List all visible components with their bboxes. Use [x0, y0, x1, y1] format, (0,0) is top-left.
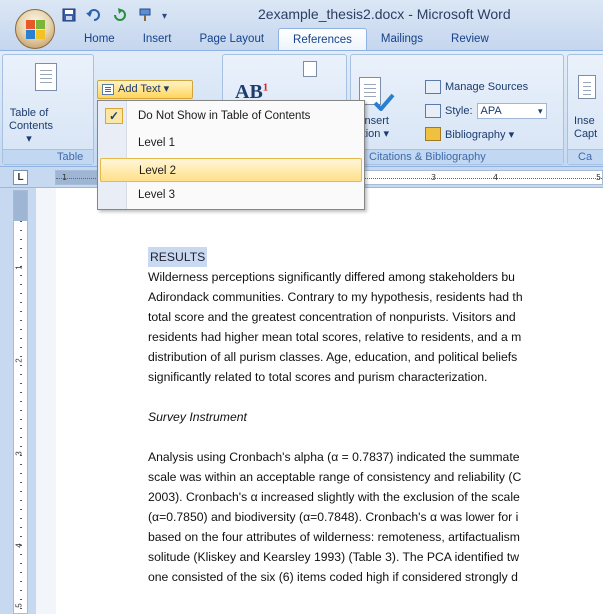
style-selector: Style: APA ▾ [425, 103, 547, 119]
paragraph-line: Adirondack communities. Contrary to my h… [148, 290, 523, 304]
survey-instrument-subheading: Survey Instrument [148, 410, 247, 424]
captions-group-label: Ca [568, 149, 603, 164]
paragraph-line: residents had higher mean total scores, … [148, 330, 522, 344]
ruler-number: 5 [596, 173, 602, 182]
table-of-contents-button[interactable]: Table of Contents ▾ [9, 107, 54, 146]
manage-sources-label: Manage Sources [445, 81, 529, 93]
toc-label-2: Contents ▾ [9, 120, 54, 145]
tab-mailings[interactable]: Mailings [367, 28, 437, 50]
paragraph-line: distribution of all purism classes. Age,… [148, 350, 518, 364]
menu-item-do-not-show[interactable]: ✓ Do Not Show in Table of Contents [100, 104, 362, 128]
paragraph-line: 2003). Cronbach's α increased slightly w… [148, 490, 520, 504]
paragraph-line: one consisted of the six (6) items coded… [148, 570, 518, 584]
style-dropdown[interactable]: APA ▾ [476, 103, 547, 119]
paragraph-line: scale was within an acceptable range of … [148, 470, 522, 484]
ruler-number: 1 [62, 173, 68, 182]
paragraph-line: significantly related to total scores an… [148, 370, 488, 384]
bibliography-button[interactable]: Bibliography ▾ [425, 127, 514, 141]
vruler-number: 3 [14, 451, 24, 456]
menu-item-label: Level 1 [138, 137, 176, 149]
add-text-button[interactable]: Add Text ▾ [97, 80, 193, 99]
menu-item-level-1[interactable]: Level 1 [100, 131, 362, 155]
save-icon[interactable] [62, 8, 76, 25]
tab-insert[interactable]: Insert [129, 28, 186, 50]
vruler-number: 4 [14, 543, 24, 548]
tab-home[interactable]: Home [70, 28, 129, 50]
tab-page-layout[interactable]: Page Layout [185, 28, 278, 50]
bibliography-icon [425, 127, 441, 141]
vruler-number: 2 [14, 358, 24, 363]
window-title: 2example_thesis2.docx - Microsoft Word [258, 6, 511, 22]
paragraph-line: Analysis using Cronbach's alpha (α = 0.7… [148, 450, 520, 464]
add-text-menu: ✓ Do Not Show in Table of Contents Level… [97, 100, 365, 210]
paragraph-line: Wilderness perceptions significantly dif… [148, 270, 515, 284]
office-logo-icon [26, 20, 46, 40]
results-heading: RESULTS [148, 247, 208, 267]
format-painter-icon[interactable] [138, 8, 152, 25]
table-of-contents-icon [35, 63, 57, 91]
paragraph-line: solitude (Kliskey and Kearsley 1993) (Ta… [148, 550, 520, 564]
title-bar: ▾ 2example_thesis2.docx - Microsoft Word… [0, 0, 603, 50]
ribbon-tabs: Home Insert Page Layout References Maili… [70, 28, 503, 50]
redo-icon[interactable] [112, 8, 128, 25]
vertical-ruler-ticks [20, 221, 22, 613]
chevron-down-icon: ▾ [537, 106, 543, 116]
paragraph-line: based on the four attributes of wilderne… [148, 530, 520, 544]
menu-item-label: Do Not Show in Table of Contents [138, 110, 311, 122]
document-body[interactable]: RESULTS Wilderness perceptions significa… [148, 247, 603, 587]
insert-caption-button[interactable]: Inse Capt [574, 115, 603, 141]
tab-selector[interactable]: L [13, 170, 28, 185]
vertical-ruler-margin [14, 191, 27, 221]
insert-caption-icon [578, 75, 596, 99]
manage-sources-button[interactable]: Manage Sources [425, 80, 528, 94]
undo-icon[interactable] [86, 8, 102, 25]
tab-review[interactable]: Review [437, 28, 503, 50]
paragraph-line: (α=0.7850) and biodiversity (α=0.7848). … [148, 510, 519, 524]
checkmark-icon: ✓ [105, 108, 123, 124]
paragraph-line: total score and the greatest concentrati… [148, 310, 516, 324]
toc-label-1: Table of [9, 107, 49, 119]
vruler-number: 1 [14, 265, 24, 270]
add-text-label: Add Text ▾ [118, 83, 170, 95]
style-label: Style: [445, 105, 473, 117]
checkmark-icon [373, 93, 395, 111]
add-text-icon [102, 84, 114, 95]
toc-group-label: Table [3, 149, 93, 164]
menu-item-label: Level 2 [139, 165, 177, 177]
menu-item-level-2[interactable]: Level 2 [100, 158, 362, 182]
customize-icon[interactable]: ▾ [162, 11, 167, 22]
caption-label-2: Capt [574, 128, 598, 140]
vertical-ruler[interactable]: 1 2 3 4 5 [13, 190, 28, 614]
ruler-number: 4 [493, 173, 499, 182]
office-button[interactable] [15, 9, 55, 49]
manage-sources-icon [425, 80, 441, 94]
insert-endnote-icon[interactable] [303, 61, 317, 77]
bibliography-label: Bibliography ▾ [445, 128, 515, 141]
style-icon [425, 104, 441, 118]
menu-item-label: Level 3 [138, 189, 176, 201]
citations-group-label: Citations & Bibliography [351, 149, 563, 164]
ruler-number: 3 [431, 173, 437, 182]
tab-references[interactable]: References [278, 28, 367, 50]
toc-group: Table of Contents ▾ Table [2, 54, 94, 165]
quick-access-toolbar: ▾ [62, 8, 167, 25]
vruler-number: 5 [14, 603, 24, 608]
menu-item-level-3[interactable]: Level 3 [100, 183, 362, 207]
citations-group: nsert ation ▾ Manage Sources Style: APA … [350, 54, 564, 165]
captions-group: Inse Capt Ca [567, 54, 603, 165]
caption-label-1: Inse [574, 115, 595, 127]
style-value: APA [480, 105, 502, 117]
